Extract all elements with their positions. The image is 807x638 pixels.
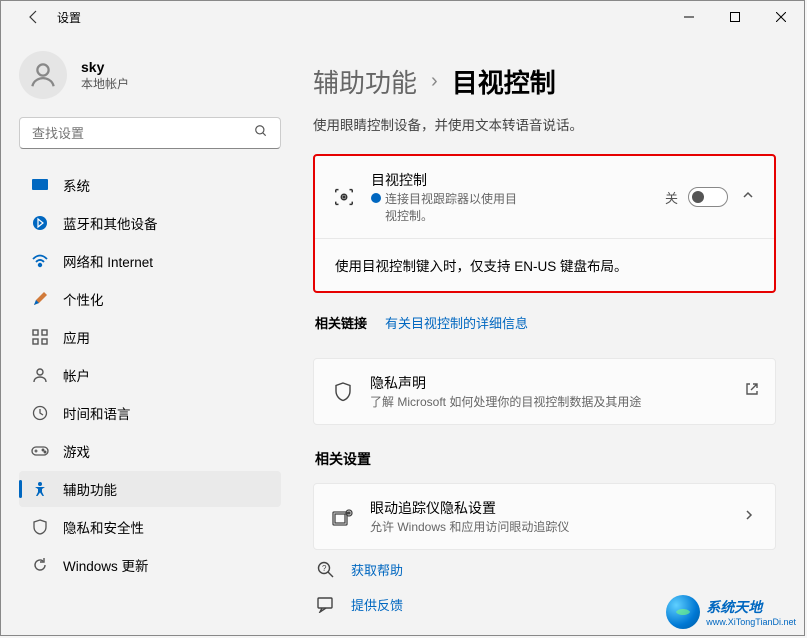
sidebar-item-gaming[interactable]: 游戏 [19,433,281,469]
sidebar-item-label: 帐户 [63,365,90,385]
shield-icon [31,518,49,536]
shield-icon [330,382,356,402]
sidebar-item-label: 蓝牙和其他设备 [63,213,158,233]
sidebar-item-network[interactable]: 网络和 Internet [19,243,281,279]
eye-tracker-title: 眼动追踪仪隐私设置 [370,498,729,518]
search-box[interactable] [19,117,281,149]
globe-icon [666,595,700,629]
sidebar-item-label: 系统 [63,175,90,195]
sidebar: sky 本地帐户 系统 蓝牙和其他设备 [1,33,301,635]
chevron-up-icon[interactable] [742,188,758,206]
back-button[interactable] [21,5,45,29]
search-input[interactable] [32,126,254,141]
clock-globe-icon [31,404,49,422]
accessibility-icon [31,480,49,498]
nav-list: 系统 蓝牙和其他设备 网络和 Internet 个性化 应用 [19,167,301,583]
minimize-button[interactable] [666,1,712,33]
sidebar-item-personalize[interactable]: 个性化 [19,281,281,317]
search-icon [254,124,268,143]
eye-tracker-privacy-card[interactable]: 眼动追踪仪隐私设置 允许 Windows 和应用访问眼动追踪仪 [313,483,776,550]
page-title: 目视控制 [452,63,556,100]
info-icon [371,193,381,203]
eye-control-highlight: 目视控制 连接目视跟踪器以使用目视控制。 关 使用目视控制键入时，仅支持 EN-… [313,154,776,293]
eye-control-card[interactable]: 目视控制 连接目视跟踪器以使用目视控制。 关 [315,156,774,238]
help-icon: ? [315,561,337,579]
privacy-statement-card[interactable]: 隐私声明 了解 Microsoft 如何处理你的目视控制数据及其用途 [313,358,776,425]
privacy-title: 隐私声明 [370,373,731,393]
sidebar-item-label: 时间和语言 [63,403,131,423]
eye-control-icon [331,186,357,208]
sidebar-item-label: 个性化 [63,289,104,309]
main-content: 辅助功能 › 目视控制 使用眼睛控制设备，并使用文本转语音说话。 目视控制 连接… [301,33,804,635]
breadcrumb-parent[interactable]: 辅助功能 [313,63,417,100]
bluetooth-icon [31,214,49,232]
sidebar-item-accounts[interactable]: 帐户 [19,357,281,393]
breadcrumb: 辅助功能 › 目视控制 [313,63,776,100]
svg-text:?: ? [322,564,327,573]
gamepad-icon [31,442,49,460]
page-description: 使用眼睛控制设备，并使用文本转语音说话。 [313,114,776,134]
sidebar-item-bluetooth[interactable]: 蓝牙和其他设备 [19,205,281,241]
sidebar-item-time[interactable]: 时间和语言 [19,395,281,431]
chevron-right-icon: › [431,70,438,93]
feedback-label: 提供反馈 [351,595,403,614]
eye-control-note: 使用目视控制键入时，仅支持 EN-US 键盘布局。 [315,238,774,291]
sidebar-item-label: 游戏 [63,441,90,461]
eye-control-subtitle: 连接目视跟踪器以使用目视控制。 [385,190,525,224]
system-icon [31,176,49,194]
titlebar: 设置 [1,1,804,33]
get-help-label: 获取帮助 [351,560,403,579]
feedback-icon [315,597,337,613]
eye-tracker-icon [330,507,356,527]
sidebar-item-accessibility[interactable]: 辅助功能 [19,471,281,507]
sidebar-item-label: 隐私和安全性 [63,517,144,537]
sidebar-item-update[interactable]: Windows 更新 [19,547,281,583]
toggle-state-label: 关 [665,188,678,207]
avatar [19,51,67,99]
watermark-name: 系统天地 [706,597,796,617]
person-icon [31,366,49,384]
eye-control-details-link[interactable]: 有关目视控制的详细信息 [385,313,528,332]
watermark: 系统天地 www.XiTongTianDi.net [666,595,796,629]
sidebar-item-system[interactable]: 系统 [19,167,281,203]
chevron-right-icon [743,508,759,526]
maximize-button[interactable] [712,1,758,33]
get-help-link[interactable]: ? 获取帮助 [315,552,774,587]
related-settings-heading: 相关设置 [315,449,776,469]
related-links-row: 相关链接 有关目视控制的详细信息 [313,313,776,332]
profile-account-type: 本地帐户 [81,75,129,92]
eye-control-title: 目视控制 [371,170,651,190]
eye-tracker-subtitle: 允许 Windows 和应用访问眼动追踪仪 [370,518,729,535]
sidebar-item-label: 应用 [63,327,90,347]
profile-name: sky [81,59,129,75]
apps-icon [31,328,49,346]
privacy-subtitle: 了解 Microsoft 如何处理你的目视控制数据及其用途 [370,393,731,410]
wifi-icon [31,252,49,270]
eye-control-toggle[interactable] [688,187,728,207]
sidebar-item-apps[interactable]: 应用 [19,319,281,355]
sidebar-item-label: 网络和 Internet [63,251,153,271]
sidebar-item-label: Windows 更新 [63,555,149,575]
window-title: 设置 [57,9,81,26]
sidebar-item-privacy[interactable]: 隐私和安全性 [19,509,281,545]
related-links-label: 相关链接 [315,313,367,332]
external-link-icon [745,382,759,401]
brush-icon [31,290,49,308]
sidebar-item-label: 辅助功能 [63,479,117,499]
watermark-url: www.XiTongTianDi.net [706,617,796,627]
update-icon [31,556,49,574]
profile-section[interactable]: sky 本地帐户 [19,43,301,117]
close-button[interactable] [758,1,804,33]
